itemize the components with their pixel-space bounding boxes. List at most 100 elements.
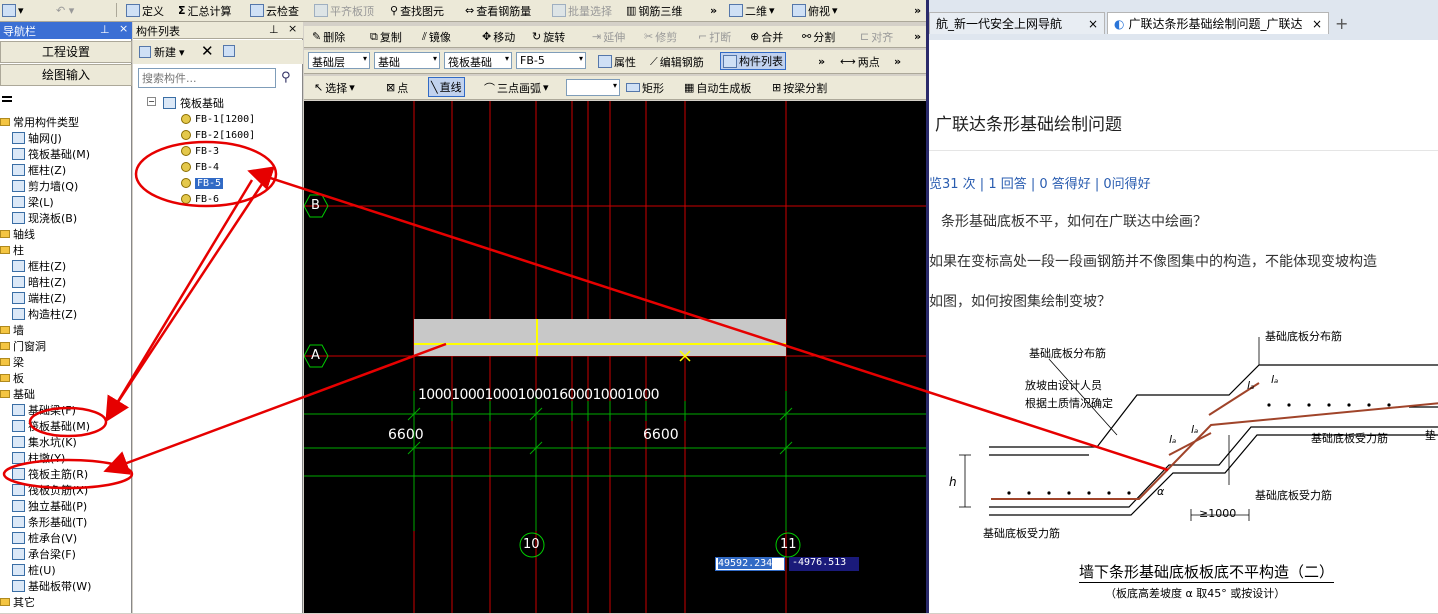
- save-icon[interactable]: [2, 4, 16, 17]
- properties-button[interactable]: 属性: [596, 50, 638, 73]
- split-by-beam-button[interactable]: ⊞ 按梁分割: [770, 76, 829, 99]
- nav-tree-item[interactable]: 现浇板(B): [12, 210, 77, 226]
- break-button[interactable]: ⌐ 打断: [696, 26, 733, 47]
- category-select[interactable]: 筏板基础 ▾: [444, 52, 512, 69]
- merge-button[interactable]: ⊕ 合并: [748, 26, 785, 47]
- nav-tree-item[interactable]: 暗柱(Z): [12, 274, 66, 290]
- undo-button[interactable]: ↶ ▾: [54, 0, 76, 21]
- question-stats[interactable]: 览31 次 | 1 回答 | 0 答得好 | 0问得好: [929, 173, 1151, 192]
- menu-view-rebar-qty[interactable]: ⇔ 查看钢筋量: [463, 0, 533, 21]
- view-2d-select[interactable]: 二维 ▾: [727, 0, 777, 21]
- rectangle-button[interactable]: 矩形: [624, 76, 666, 99]
- project-settings-button[interactable]: 工程设置: [0, 41, 132, 63]
- point-button[interactable]: ⊠ 点: [384, 76, 410, 99]
- edit-rebar-button[interactable]: ⟋ 编辑钢筋: [648, 50, 706, 73]
- nav-folder[interactable]: 板: [0, 370, 24, 386]
- component-item[interactable]: FB-6: [181, 191, 219, 207]
- nav-tree-item[interactable]: 筏板基础(M): [12, 418, 90, 434]
- component-item[interactable]: FB-1[1200]: [181, 111, 255, 127]
- nav-folder[interactable]: 墙: [0, 322, 24, 338]
- menu-rebar-3d[interactable]: ▥ 钢筋三维: [624, 0, 684, 21]
- nav-tree-item[interactable]: 桩承台(V): [12, 530, 77, 546]
- component-item[interactable]: FB-2[1600]: [181, 127, 255, 143]
- component-item[interactable]: FB-4: [181, 159, 219, 175]
- nav-tree-item[interactable]: 筏板基础(M): [12, 146, 90, 162]
- nav-folder[interactable]: 柱: [0, 242, 24, 258]
- menu-level-slab-top[interactable]: 平齐板顶: [312, 0, 376, 21]
- nav-folder[interactable]: 基础: [0, 386, 35, 402]
- close-icon[interactable]: ×: [1312, 17, 1322, 31]
- nav-tree-item[interactable]: 剪力墙(Q): [12, 178, 78, 194]
- nav-tree-item[interactable]: 承台梁(F): [12, 546, 76, 562]
- close-icon[interactable]: ×: [288, 22, 297, 35]
- raft-slab[interactable]: [414, 319, 786, 356]
- search-icon[interactable]: ⚲: [281, 70, 291, 85]
- nav-tree-item[interactable]: 条形基础(T): [12, 514, 87, 530]
- copy-button[interactable]: ⧉ 复制: [368, 26, 404, 47]
- component-search-input[interactable]: [138, 68, 276, 88]
- browser-tab-2[interactable]: ◐ 广联达条形基础绘制问题_广联达 ×: [1107, 12, 1329, 34]
- auto-generate-slab-button[interactable]: ▦ 自动生成板: [682, 76, 753, 99]
- layer-type-select[interactable]: 基础层 ▾: [308, 52, 370, 69]
- new-tab-button[interactable]: +: [1335, 14, 1348, 33]
- nav-tree-item[interactable]: 筏板主筋(R): [12, 466, 88, 482]
- overflow-chevron-icon[interactable]: »: [708, 0, 719, 21]
- nav-tree-item[interactable]: 端柱(Z): [12, 290, 66, 306]
- nav-tree-item[interactable]: 筏板负筋(X): [12, 482, 88, 498]
- arc-button[interactable]: ⌒ 三点画弧 ▾: [482, 76, 551, 99]
- line-button[interactable]: ╲ 直线: [428, 77, 465, 97]
- overflow-chevron-icon[interactable]: »: [912, 26, 923, 47]
- nav-tree-item[interactable]: 基础板带(W): [12, 578, 91, 594]
- arc-mode-select[interactable]: ▾: [566, 79, 620, 96]
- component-item[interactable]: FB-3: [181, 143, 219, 159]
- component-item[interactable]: FB-5: [181, 175, 224, 191]
- menu-find-element[interactable]: ⚲ 查找图元: [388, 0, 446, 21]
- nav-tree-item[interactable]: 集水坑(K): [12, 434, 77, 450]
- nav-folder[interactable]: 梁: [0, 354, 24, 370]
- nav-tree-item[interactable]: 构造柱(Z): [12, 306, 77, 322]
- overflow-chevron-icon[interactable]: »: [912, 0, 923, 21]
- component-tree-root[interactable]: 筏板基础: [163, 95, 224, 111]
- nav-folder[interactable]: 常用构件类型: [0, 114, 79, 130]
- collapse-all-icon[interactable]: [2, 96, 12, 102]
- delete-icon[interactable]: ✕: [201, 42, 214, 60]
- coord-y-input[interactable]: -4976.513: [789, 557, 859, 571]
- pin-icon[interactable]: ⊥: [100, 23, 110, 36]
- menu-batch-select[interactable]: 批量选择: [550, 0, 614, 21]
- coord-x-input[interactable]: 49592.234: [715, 557, 785, 571]
- nav-tree-item[interactable]: 框柱(Z): [12, 258, 66, 274]
- copy-icon[interactable]: [223, 44, 235, 57]
- move-button[interactable]: ✥ 移动: [480, 26, 517, 47]
- question-image[interactable]: 基础底板分布筋 基础底板分布筋 放坡由设计人员 根据土质情况确定 基础底板受力筋…: [929, 325, 1438, 613]
- rotate-button[interactable]: ↻ 旋转: [530, 26, 567, 47]
- component-select[interactable]: FB-5 ▾: [516, 52, 586, 69]
- align-button[interactable]: ⊏ 对齐: [858, 26, 895, 47]
- nav-folder[interactable]: 轴线: [0, 226, 35, 242]
- tree-collapse-icon[interactable]: −: [147, 97, 156, 106]
- menu-cloud-check[interactable]: 云检查: [248, 0, 301, 21]
- nav-tree-item[interactable]: 框柱(Z): [12, 162, 66, 178]
- layer-select[interactable]: 基础 ▾: [374, 52, 440, 69]
- browser-tab-1[interactable]: 航_新一代安全上网导航 ×: [929, 12, 1105, 34]
- cad-canvas[interactable]: B A 10 11 10001000100010001600010001000 …: [304, 101, 926, 613]
- nav-tree-item[interactable]: 基础梁(F): [12, 402, 76, 418]
- dropdown-arrow-icon[interactable]: ▾: [0, 0, 26, 21]
- view-top-select[interactable]: 俯视 ▾: [790, 0, 840, 21]
- trim-button[interactable]: ✂ 修剪: [642, 26, 679, 47]
- extend-button[interactable]: ⇥ 延伸: [590, 26, 627, 47]
- menu-summary-calc[interactable]: Σ 汇总计算: [176, 0, 234, 21]
- nav-tree-item[interactable]: 桩(U): [12, 562, 56, 578]
- drawing-input-button[interactable]: 绘图输入: [0, 64, 132, 86]
- pin-icon[interactable]: ⊥: [269, 23, 279, 36]
- component-list-toggle[interactable]: 构件列表: [720, 52, 786, 70]
- menu-define[interactable]: 定义: [124, 0, 166, 21]
- select-button[interactable]: ↖ 选择 ▾: [312, 76, 357, 99]
- nav-folder[interactable]: 其它: [0, 594, 35, 610]
- delete-button[interactable]: ✎ 删除: [310, 26, 347, 47]
- new-component-button[interactable]: 新建 ▾: [139, 44, 185, 60]
- nav-tree-item[interactable]: 独立基础(P): [12, 498, 87, 514]
- cad-drawing[interactable]: [304, 101, 926, 613]
- nav-tree-item[interactable]: 梁(L): [12, 194, 54, 210]
- nav-folder[interactable]: 门窗洞: [0, 338, 46, 354]
- mirror-button[interactable]: ⫽ 镜像: [420, 26, 453, 47]
